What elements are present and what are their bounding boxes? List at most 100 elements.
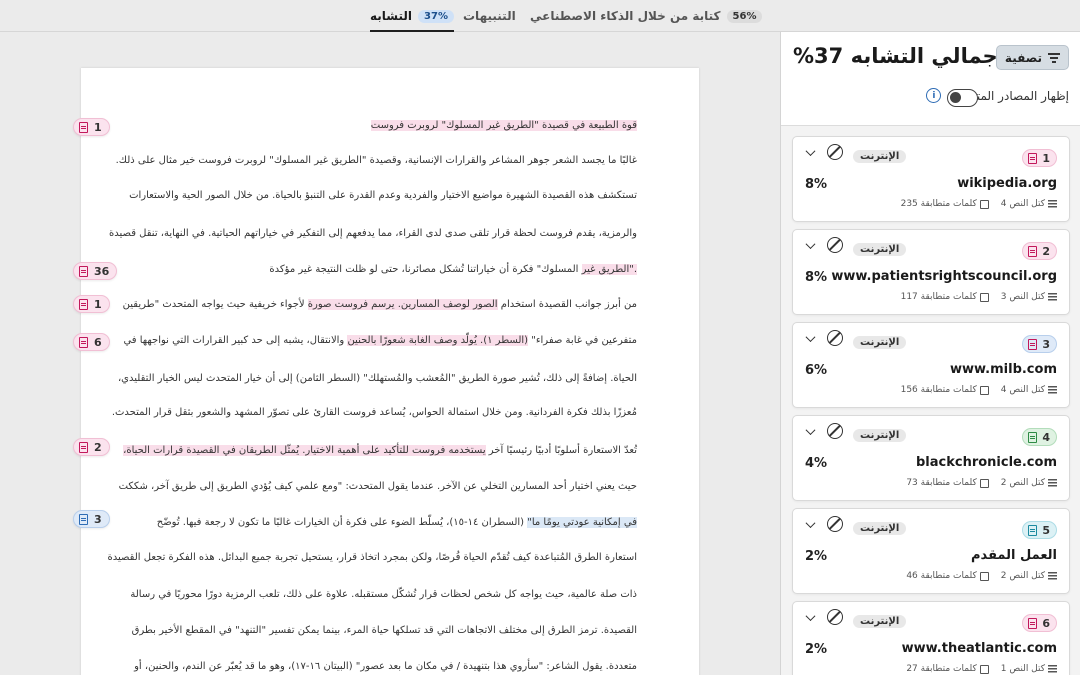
matched-text[interactable]: يستخدمه فروست للتأكيد على أهمية الاختيار… bbox=[123, 445, 486, 456]
source-card[interactable]: الإنترنت 6 2% www.theatlantic.com كتل النص 1… bbox=[792, 601, 1070, 675]
source-meta: كتل النص 4 كلمات متطابقة 156 bbox=[901, 385, 1057, 395]
document-text: لأجواء خريفية حيث يواجه المتحدث "طريقين bbox=[122, 299, 308, 310]
source-marker-number: 1 bbox=[94, 120, 102, 134]
source-type-badge: الإنترنت bbox=[853, 429, 907, 442]
tab-ai-writing[interactable]: كتابة من خلال الذكاء الاصطناعي 56% bbox=[530, 0, 763, 32]
document-icon bbox=[79, 441, 88, 453]
book-icon bbox=[979, 664, 989, 674]
matched-words-count: كلمات متطابقة 73 bbox=[906, 478, 989, 488]
source-marker-number: 3 bbox=[94, 512, 102, 526]
source-card[interactable]: الإنترنت 1 8% wikipedia.org كتل النص 4 كلمات … bbox=[792, 136, 1070, 222]
overlapping-sources-toggle[interactable] bbox=[947, 89, 978, 107]
document-line: حيث يعني اختيار أحد المسارين التخلي عن ا… bbox=[119, 481, 637, 492]
list-icon bbox=[1048, 292, 1057, 302]
document-line: مُعززًا بذلك فكرة الفردانية. ومن خلال اس… bbox=[112, 407, 637, 418]
document-icon bbox=[79, 513, 88, 525]
document-text: ذات صلة عالمية، حيث يواجه كل شخص لحظات ق… bbox=[130, 589, 637, 600]
source-card[interactable]: الإنترنت 2 8% www.patientsrightscouncil.org… bbox=[792, 229, 1070, 315]
filter-button[interactable]: تصفية bbox=[996, 45, 1069, 70]
source-meta: كتل النص 2 كلمات متطابقة 73 bbox=[906, 478, 1057, 488]
source-domain[interactable]: www.patientsrightscouncil.org bbox=[831, 269, 1057, 284]
document-icon bbox=[1028, 617, 1038, 629]
matched-words-label: كلمات متطابقة 27 bbox=[906, 664, 977, 674]
source-domain[interactable]: www.theatlantic.com bbox=[902, 641, 1057, 656]
document-text: من أبرز جوانب القصيدة استخدام bbox=[497, 299, 637, 310]
chevron-down-icon[interactable] bbox=[803, 238, 817, 252]
exclude-source-icon[interactable] bbox=[827, 609, 843, 625]
source-marker-number: 36 bbox=[94, 264, 110, 278]
source-percentage: 2% bbox=[805, 642, 828, 657]
document-viewer[interactable]: قوة الطبيعة في قصيدة "الطريق غير المسلوك… bbox=[0, 32, 780, 675]
source-number: 6 bbox=[1042, 616, 1050, 630]
text-blocks-count: كتل النص 3 bbox=[1001, 292, 1057, 302]
document-line: تُعدّ الاستعارة أسلوبًا أدبيًا رئيسيًا آ… bbox=[123, 445, 637, 456]
document-text: غالبًا ما يجسد الشعر جوهر المشاعر والقرا… bbox=[115, 155, 637, 166]
exclude-source-icon[interactable] bbox=[827, 423, 843, 439]
source-number-badge: 6 bbox=[1022, 614, 1057, 632]
tab-similarity-label: التشابه bbox=[370, 9, 413, 23]
source-number: 4 bbox=[1042, 430, 1050, 444]
chevron-down-icon[interactable] bbox=[803, 145, 817, 159]
exclude-source-icon[interactable] bbox=[827, 516, 843, 532]
matched-text[interactable]: ."الطريق غير bbox=[581, 264, 637, 275]
document-line: قوة الطبيعة في قصيدة "الطريق غير المسلوك… bbox=[370, 120, 637, 131]
text-blocks-label: كتل النص 1 bbox=[1000, 664, 1045, 674]
chevron-down-icon[interactable] bbox=[803, 610, 817, 624]
source-marker[interactable]: 1 bbox=[73, 118, 110, 136]
source-domain[interactable]: العمل المقدم bbox=[971, 548, 1057, 563]
source-type-badge: الإنترنت bbox=[853, 615, 907, 628]
panel-header: إجمالي التشابه 37% تصفية إظهار المصادر ا… bbox=[781, 32, 1080, 126]
source-marker[interactable]: 3 bbox=[73, 510, 110, 528]
source-marker[interactable]: 6 bbox=[73, 333, 110, 351]
source-card[interactable]: الإنترنت 4 4% blackchronicle.com كتل النص 2ك… bbox=[792, 415, 1070, 501]
matched-text[interactable]: الصور لوصف المسارين. يرسم فروست صورة bbox=[307, 299, 498, 310]
matched-words-count: كلمات متطابقة 46 bbox=[906, 571, 989, 581]
source-card[interactable]: الإنترنت 5 2% العمل المقدم كتل النص 2 كلمات م… bbox=[792, 508, 1070, 594]
document-line: غالبًا ما يجسد الشعر جوهر المشاعر والقرا… bbox=[116, 155, 637, 166]
source-marker[interactable]: 2 bbox=[73, 438, 110, 456]
chevron-down-icon[interactable] bbox=[803, 517, 817, 531]
source-marker[interactable]: 1 bbox=[73, 295, 110, 313]
exclude-source-icon[interactable] bbox=[827, 237, 843, 253]
similarity-panel: إجمالي التشابه 37% تصفية إظهار المصادر ا… bbox=[780, 32, 1080, 675]
matched-words-count: كلمات متطابقة 235 bbox=[901, 199, 989, 209]
document-text: (السطران ١٤-١٥)، يُسلّط الضوء على فكرة أ… bbox=[156, 517, 528, 528]
chevron-down-icon[interactable] bbox=[803, 424, 817, 438]
source-number-badge: 5 bbox=[1022, 521, 1057, 539]
source-card[interactable]: الإنترنت 3 6% www.milb.com كتل النص 4 كلمات م… bbox=[792, 322, 1070, 408]
text-blocks-label: كتل النص 4 bbox=[1000, 199, 1045, 209]
matched-text[interactable]: قوة الطبيعة في قصيدة "الطريق غير المسلوك… bbox=[370, 120, 637, 131]
exclude-source-icon[interactable] bbox=[827, 330, 843, 346]
text-blocks-label: كتل النص 4 bbox=[1000, 385, 1045, 395]
info-icon[interactable]: i bbox=[926, 88, 942, 103]
book-icon bbox=[979, 385, 989, 395]
document-text: استعارة الطرق المُتباعدة كيف تُقدّم الحي… bbox=[107, 552, 638, 563]
source-percentage: 4% bbox=[805, 456, 828, 471]
document-text: المسلوك" فكرة أن خياراتنا تُشكل مصائرنا،… bbox=[269, 264, 582, 275]
book-icon bbox=[979, 292, 989, 302]
document-line: والرمزية، يقدم فروست لحظة قرار تلقى صدى … bbox=[109, 228, 637, 239]
source-number: 2 bbox=[1042, 244, 1050, 258]
exclude-source-icon[interactable] bbox=[827, 144, 843, 160]
tab-similarity[interactable]: التشابه 37% bbox=[370, 0, 454, 32]
source-domain[interactable]: blackchronicle.com bbox=[916, 455, 1057, 470]
document-icon bbox=[1028, 524, 1038, 536]
document-icon bbox=[1028, 431, 1038, 443]
document-line: استعارة الطرق المُتباعدة كيف تُقدّم الحي… bbox=[108, 552, 638, 563]
source-marker[interactable]: 36 bbox=[73, 262, 118, 280]
matched-text[interactable]: في إمكانية عودتي يومًا ما" bbox=[527, 517, 637, 528]
document-text: والرمزية، يقدم فروست لحظة قرار تلقى صدى … bbox=[109, 228, 637, 239]
matched-text[interactable]: (السطر ١). يُولّد وصف الغابة شعورًا بالح… bbox=[347, 335, 529, 346]
matched-words-count: كلمات متطابقة 117 bbox=[901, 292, 989, 302]
document-page: قوة الطبيعة في قصيدة "الطريق غير المسلوك… bbox=[81, 68, 699, 675]
source-percentage: 8% bbox=[805, 177, 828, 192]
source-number: 3 bbox=[1042, 337, 1050, 351]
source-number-badge: 1 bbox=[1022, 149, 1057, 167]
document-icon bbox=[79, 265, 88, 277]
source-domain[interactable]: www.milb.com bbox=[950, 362, 1057, 377]
document-line: في إمكانية عودتي يومًا ما" (السطران ١٤-١… bbox=[157, 517, 637, 528]
source-domain[interactable]: wikipedia.org bbox=[957, 176, 1057, 191]
tab-ai-writing-label: كتابة من خلال الذكاء الاصطناعي bbox=[530, 9, 721, 23]
tab-alerts[interactable]: التنبيهات bbox=[463, 0, 516, 32]
chevron-down-icon[interactable] bbox=[803, 331, 817, 345]
